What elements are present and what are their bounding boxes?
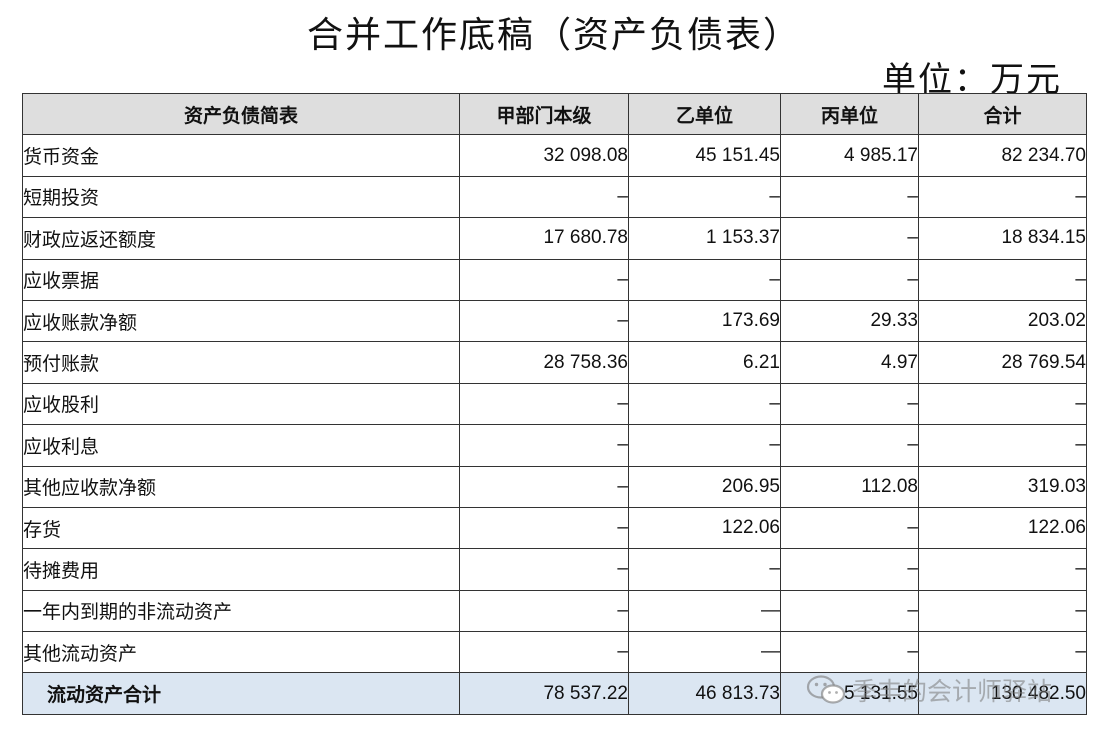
cell-total: –	[918, 631, 1087, 674]
cell-unit-b: 173.69	[628, 299, 781, 343]
cell-unit-b: 122.06	[628, 506, 781, 550]
cell-unit-c: 4.97	[780, 341, 919, 384]
cell-unit-c: –	[780, 506, 919, 550]
cell-unit-c: 29.33	[780, 299, 919, 343]
cell-dept-a: –	[459, 299, 629, 343]
row-label: 待摊费用	[22, 548, 460, 591]
balance-sheet-table: 资产负债简表 甲部门本级 乙单位 丙单位 合计 货币资金 32 098.08 45 …	[22, 92, 1087, 715]
cell-dept-a: 28 758.36	[459, 341, 629, 384]
cell-total: –	[918, 175, 1087, 219]
table-row: 存货 –122.06–122.06	[22, 506, 1087, 550]
table-row: 应收票据 – – – –	[22, 258, 1087, 301]
cell-unit-b: —	[628, 589, 781, 633]
cell-unit-c: 5 131.55	[780, 672, 919, 715]
table-row: 财政应返还额度 17 680.78 1 153.37–18 834.15	[22, 217, 1087, 260]
table-row: 预付账款 28 758.36 6.21 4.97 28 769.54	[22, 341, 1087, 384]
cell-unit-c: –	[780, 175, 919, 219]
row-label: 流动资产合计	[22, 672, 460, 715]
cell-unit-c: –	[780, 217, 919, 260]
cell-total: 122.06	[918, 506, 1087, 550]
cell-unit-b: 6.21	[628, 341, 781, 384]
row-label: 存货	[22, 506, 460, 550]
cell-unit-b: –	[628, 382, 781, 426]
total-row: 流动资产合计 78 537.22 46 813.73 5 131.55 130 482.…	[22, 672, 1087, 715]
cell-unit-c: 112.08	[780, 465, 919, 508]
cell-total: 82 234.70	[918, 134, 1087, 177]
cell-unit-c: –	[780, 548, 919, 591]
row-label: 其他应收款净额	[22, 465, 460, 508]
row-label: 应收股利	[22, 382, 460, 426]
table-row: 其他流动资产 – — – –	[22, 631, 1087, 674]
cell-dept-a: –	[459, 465, 629, 508]
table-row: 短期投资 – – – –	[22, 175, 1087, 219]
row-label: 货币资金	[22, 134, 460, 177]
row-label: 其他流动资产	[22, 631, 460, 674]
row-label: 财政应返还额度	[22, 217, 460, 260]
cell-total: –	[918, 382, 1087, 426]
cell-total: –	[918, 548, 1087, 591]
table-row: 应收股利 – – – –	[22, 382, 1087, 426]
cell-unit-b: 46 813.73	[628, 672, 781, 715]
table-row: 待摊费用 – – – –	[22, 548, 1087, 591]
cell-total: 28 769.54	[918, 341, 1087, 384]
cell-unit-c: –	[780, 424, 919, 467]
cell-unit-b: 1 153.37	[628, 217, 781, 260]
table-row: 一年内到期的非流动资产 – — – –	[22, 589, 1087, 633]
cell-unit-b: –	[628, 424, 781, 467]
table-row: 其他应收款净额 –206.95 112.08 319.03	[22, 465, 1087, 508]
cell-dept-a: –	[459, 506, 629, 550]
header-dept-a: 甲部门本级	[459, 92, 629, 136]
table-header-row: 资产负债简表 甲部门本级 乙单位 丙单位 合计	[22, 92, 1087, 136]
cell-total: 130 482.50	[918, 672, 1087, 715]
cell-unit-c: –	[780, 258, 919, 301]
cell-total: –	[918, 424, 1087, 467]
cell-total: 319.03	[918, 465, 1087, 508]
cell-unit-b: 206.95	[628, 465, 781, 508]
cell-unit-c: 4 985.17	[780, 134, 919, 177]
cell-total: –	[918, 589, 1087, 633]
row-label: 一年内到期的非流动资产	[22, 589, 460, 633]
cell-dept-a: –	[459, 548, 629, 591]
cell-dept-a: –	[459, 589, 629, 633]
row-label: 短期投资	[22, 175, 460, 219]
cell-dept-a: –	[459, 175, 629, 219]
cell-dept-a: –	[459, 424, 629, 467]
table-row: 货币资金 32 098.08 45 151.45 4 985.17 82 234.70	[22, 134, 1087, 177]
cell-unit-b: –	[628, 258, 781, 301]
cell-dept-a: –	[459, 382, 629, 426]
cell-total: –	[918, 258, 1087, 301]
cell-total: 203.02	[918, 299, 1087, 343]
cell-dept-a: 32 098.08	[459, 134, 629, 177]
table-row: 应收账款净额 –173.69 29.33 203.02	[22, 299, 1087, 343]
cell-unit-c: –	[780, 589, 919, 633]
header-total: 合计	[918, 92, 1087, 136]
row-label: 应收账款净额	[22, 299, 460, 343]
cell-unit-b: –	[628, 175, 781, 219]
cell-unit-c: –	[780, 631, 919, 674]
cell-dept-a: 78 537.22	[459, 672, 629, 715]
cell-total: 18 834.15	[918, 217, 1087, 260]
cell-dept-a: –	[459, 631, 629, 674]
cell-unit-c: –	[780, 382, 919, 426]
header-unit-b: 乙单位	[628, 92, 781, 136]
page-title: 合并工作底稿（资产负债表）	[306, 15, 801, 56]
cell-unit-b: —	[628, 631, 781, 674]
row-label: 预付账款	[22, 341, 460, 384]
cell-dept-a: –	[459, 258, 629, 301]
cell-unit-b: 45 151.45	[628, 134, 781, 177]
header-item: 资产负债简表	[22, 92, 460, 136]
cell-dept-a: 17 680.78	[459, 217, 629, 260]
row-label: 应收利息	[22, 424, 460, 467]
table-row: 应收利息 – – – –	[22, 424, 1087, 467]
header-unit-c: 丙单位	[780, 92, 919, 136]
row-label: 应收票据	[22, 258, 460, 301]
cell-unit-b: –	[628, 548, 781, 591]
